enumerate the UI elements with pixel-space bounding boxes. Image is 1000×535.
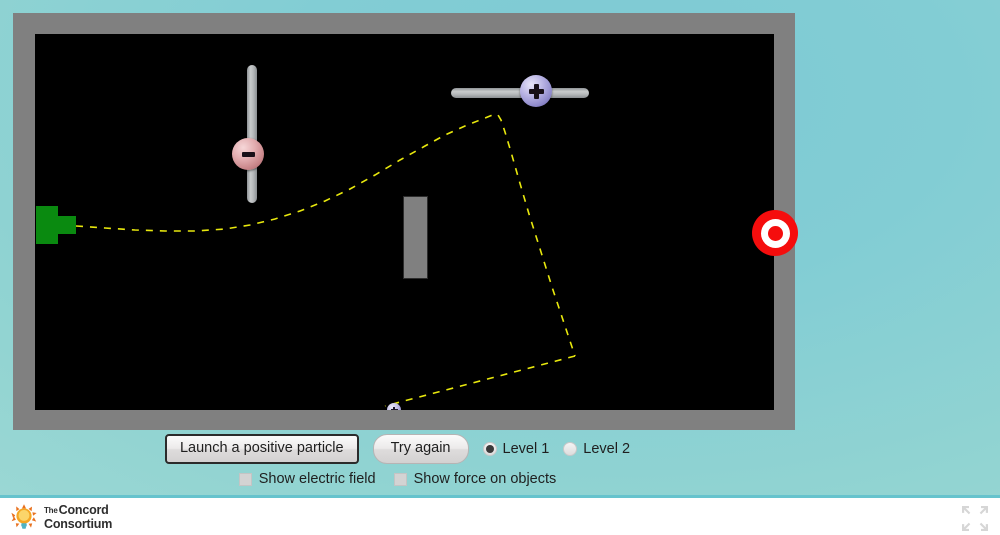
checkbox-show-force-on-objects-label: Show force on objects (413, 471, 557, 487)
collapse-fullscreen-icon[interactable] (960, 519, 990, 533)
minus-icon (241, 151, 255, 157)
fullscreen-controls (960, 505, 994, 533)
launch-particle-button[interactable]: Launch a positive particle (164, 433, 359, 465)
checkbox-show-force-on-objects[interactable]: Show force on objects (393, 471, 557, 487)
radio-level-1[interactable]: Level 1 (482, 441, 550, 457)
radio-level-2[interactable]: Level 2 (563, 441, 630, 457)
concord-consortium-wordmark: TheConcord Consortium (44, 502, 112, 531)
app-root: Launch a positive particle Try again Lev… (0, 0, 1000, 535)
particle-plus-icon-horizontal (390, 409, 398, 410)
logo-the-text: The (44, 506, 58, 515)
checkbox-show-electric-field[interactable]: Show electric field (238, 471, 376, 487)
target-middle-ring (760, 218, 790, 248)
checkbox-show-force-on-objects-box[interactable] (393, 472, 407, 486)
particle-launcher-body[interactable] (36, 206, 58, 244)
positive-charge-handle[interactable] (520, 75, 552, 107)
checkbox-show-electric-field-label: Show electric field (258, 471, 376, 487)
bullseye-target[interactable] (752, 210, 798, 256)
controls-row-primary: Launch a positive particle Try again Lev… (0, 433, 795, 465)
logo-concord-text: Concord (58, 503, 109, 517)
stage-clip (35, 34, 774, 410)
positive-charge-horizontal-slider[interactable] (451, 75, 589, 107)
radio-level-2-indicator[interactable] (563, 442, 578, 456)
negative-charge-handle[interactable] (232, 138, 264, 170)
concord-consortium-logo[interactable]: TheConcord Consortium (10, 502, 112, 531)
plus-icon-horizontal-bar (528, 88, 544, 94)
simulation-frame (13, 13, 798, 430)
vertical-slider-track[interactable] (247, 65, 257, 203)
radio-level-1-label: Level 1 (502, 441, 550, 457)
negative-charge-vertical-slider[interactable] (232, 65, 264, 203)
simulation-stage[interactable] (35, 34, 798, 410)
positive-particle[interactable] (387, 403, 401, 410)
level-radio-group: Level 1 Level 2 (482, 441, 630, 457)
target-center-dot (767, 225, 783, 241)
logo-consortium-text: Consortium (44, 517, 113, 532)
controls-row-secondary: Show electric field Show force on object… (0, 467, 795, 491)
expand-fullscreen-icon[interactable] (960, 505, 990, 519)
wall-obstacle[interactable] (403, 196, 428, 279)
lightbulb-sun-logo-icon (10, 503, 38, 531)
try-again-button[interactable]: Try again (372, 433, 469, 465)
particle-launcher-nozzle[interactable] (57, 216, 76, 234)
footer-band (0, 495, 1000, 535)
checkbox-show-electric-field-box[interactable] (238, 472, 252, 486)
radio-level-1-indicator[interactable] (482, 442, 497, 456)
radio-level-2-label: Level 2 (583, 441, 631, 457)
